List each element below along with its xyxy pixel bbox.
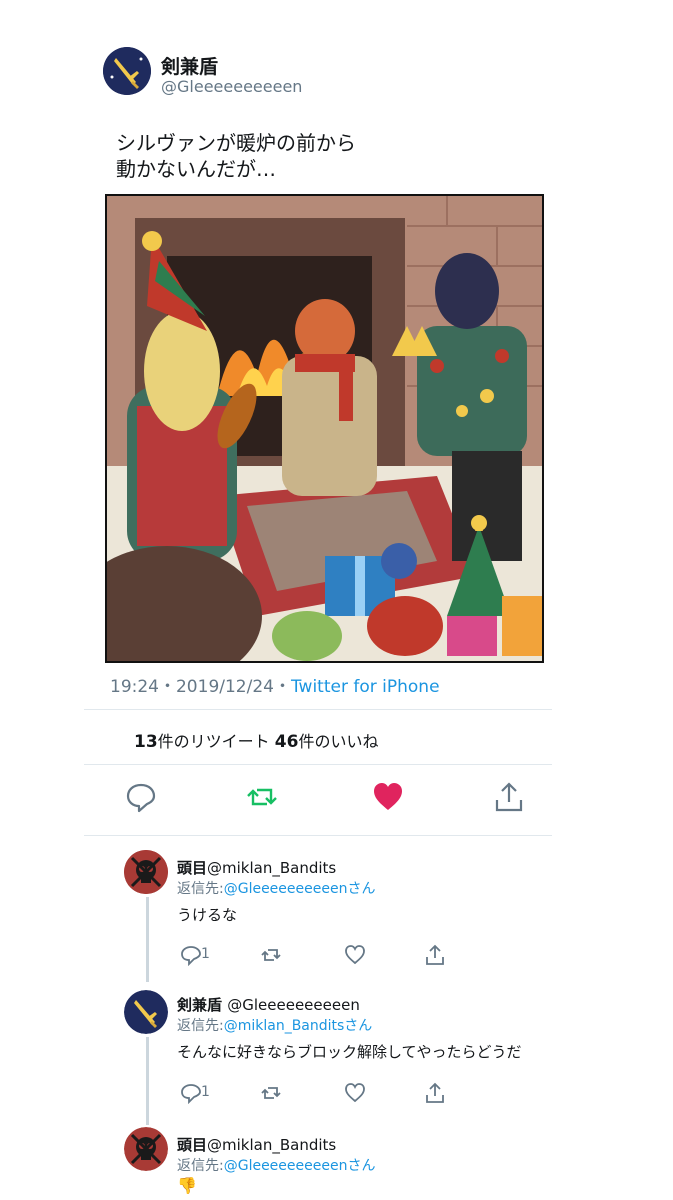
like-icon[interactable] bbox=[344, 1082, 366, 1104]
retweet-count[interactable]: 13 bbox=[134, 732, 158, 752]
author-handle[interactable]: @Gleeeeeeeeeen bbox=[161, 77, 302, 96]
thread-line bbox=[146, 897, 149, 982]
tweet-stats: 13件のリツイート 46件のいいね bbox=[134, 728, 378, 752]
like-icon[interactable] bbox=[344, 944, 366, 966]
reply-icon bbox=[126, 783, 156, 813]
divider bbox=[84, 835, 552, 836]
reply-to-prefix: 返信先: bbox=[177, 1158, 224, 1174]
reply-to-prefix: 返信先: bbox=[177, 1018, 224, 1034]
reply-text: 👎 bbox=[177, 1176, 197, 1195]
retweet-icon bbox=[247, 788, 277, 806]
divider bbox=[84, 709, 552, 710]
like-icon bbox=[374, 783, 402, 810]
reply-text: そんなに好きならブロック解除してやったらどうだ bbox=[177, 1043, 522, 1061]
like-button[interactable] bbox=[371, 780, 405, 814]
reply-count: 1 bbox=[201, 946, 210, 962]
skull-icon bbox=[124, 1127, 168, 1171]
reply-handle: @miklan_Bandits bbox=[207, 1136, 337, 1154]
reply-author[interactable]: 頭目@miklan_Bandits bbox=[177, 1134, 336, 1155]
author-avatar[interactable] bbox=[103, 47, 151, 95]
reply-to-mention[interactable]: @Gleeeeeeeeeenさん bbox=[224, 1158, 376, 1174]
reply-avatar[interactable] bbox=[124, 990, 168, 1034]
reply-display-name: 頭目 bbox=[177, 1136, 208, 1154]
reply-icon[interactable] bbox=[180, 944, 202, 966]
reply-to: 返信先:@Gleeeeeeeeeenさん bbox=[177, 1155, 375, 1175]
share-icon[interactable] bbox=[424, 944, 446, 966]
reply-button[interactable] bbox=[124, 780, 158, 814]
reply-author[interactable]: 剣兼盾 @Gleeeeeeeeeen bbox=[177, 994, 360, 1015]
like-label[interactable]: 件のいいね bbox=[298, 732, 378, 751]
reply-author[interactable]: 頭目@miklan_Bandits bbox=[177, 857, 336, 878]
share-button[interactable] bbox=[492, 780, 526, 814]
divider bbox=[84, 764, 552, 765]
sword-icon bbox=[103, 47, 151, 95]
thread-line bbox=[146, 1037, 149, 1125]
like-count[interactable]: 46 bbox=[275, 732, 299, 752]
reply-to-mention[interactable]: @miklan_Banditsさん bbox=[224, 1018, 373, 1034]
author-display-name[interactable]: 剣兼盾 bbox=[161, 52, 218, 79]
retweet-button[interactable] bbox=[245, 780, 279, 814]
reply-text: うけるな bbox=[177, 906, 238, 924]
sword-icon bbox=[124, 990, 168, 1034]
retweet-icon[interactable] bbox=[260, 944, 282, 966]
reply-display-name: 頭目 bbox=[177, 859, 208, 877]
retweet-icon[interactable] bbox=[260, 1082, 282, 1104]
reply-icon[interactable] bbox=[180, 1082, 202, 1104]
reply-avatar[interactable] bbox=[124, 1127, 168, 1171]
reply-count: 1 bbox=[201, 1084, 210, 1100]
christmas-illustration bbox=[107, 196, 542, 661]
reply-avatar[interactable] bbox=[124, 850, 168, 894]
share-icon[interactable] bbox=[424, 1082, 446, 1104]
reply-to: 返信先:@Gleeeeeeeeeenさん bbox=[177, 878, 375, 898]
reply-display-name: 剣兼盾 bbox=[177, 996, 223, 1014]
reply-to: 返信先:@miklan_Banditsさん bbox=[177, 1015, 372, 1035]
tweet-timestamp[interactable]: 19:24・2019/12/24・ bbox=[110, 677, 291, 697]
reply-to-prefix: 返信先: bbox=[177, 881, 224, 897]
tweet-source[interactable]: Twitter for iPhone bbox=[291, 677, 440, 697]
retweet-label[interactable]: 件のリツイート bbox=[158, 732, 270, 751]
tweet-image[interactable] bbox=[105, 194, 544, 663]
tweet-meta: 19:24・2019/12/24・Twitter for iPhone bbox=[110, 672, 440, 697]
reply-handle: @miklan_Bandits bbox=[207, 859, 337, 877]
skull-icon bbox=[124, 850, 168, 894]
reply-handle: @Gleeeeeeeeeen bbox=[227, 996, 360, 1014]
share-icon bbox=[495, 782, 523, 812]
reply-to-mention[interactable]: @Gleeeeeeeeeenさん bbox=[224, 881, 376, 897]
tweet-text: シルヴァンが暖炉の前から 動かないんだが… bbox=[116, 131, 356, 181]
